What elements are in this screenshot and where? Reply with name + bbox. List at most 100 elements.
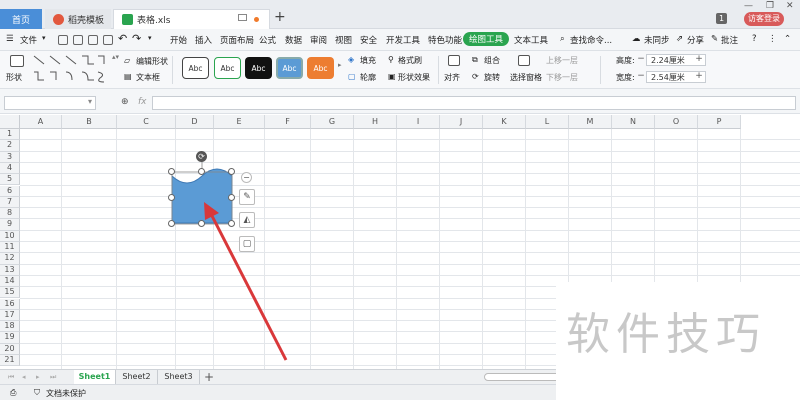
row-header-9[interactable]: 9: [0, 219, 20, 231]
text-box-button[interactable]: 文本框: [136, 72, 160, 83]
menu-view[interactable]: 视图: [335, 34, 352, 46]
height-decrease-button[interactable]: −: [636, 54, 646, 66]
row-header-16[interactable]: 16: [0, 298, 20, 310]
fx-label[interactable]: fx: [138, 97, 147, 107]
resize-handle-n[interactable]: [198, 168, 205, 175]
menu-developer[interactable]: 开发工具: [386, 34, 420, 46]
monitor-icon[interactable]: [238, 14, 247, 21]
window-count-badge[interactable]: 1: [716, 13, 727, 24]
last-sheet-icon[interactable]: ⏭: [50, 373, 56, 382]
shape-fill-bucket-icon[interactable]: ◭: [239, 212, 255, 228]
menu-features[interactable]: 特色功能: [428, 34, 462, 46]
style-sample-white[interactable]: Abc: [182, 57, 209, 79]
column-header-h[interactable]: H: [354, 115, 397, 129]
row-header-11[interactable]: 11: [0, 242, 20, 254]
column-header-g[interactable]: G: [311, 115, 354, 129]
width-decrease-button[interactable]: −: [636, 71, 646, 83]
style-sample-green[interactable]: Abc: [214, 57, 241, 79]
undo-icon[interactable]: ↶: [118, 32, 127, 45]
resize-handle-ne[interactable]: [228, 168, 235, 175]
style-sample-black[interactable]: Abc: [245, 57, 272, 79]
column-header-j[interactable]: J: [440, 115, 483, 129]
width-increase-button[interactable]: +: [694, 71, 704, 83]
sheet-tab-3[interactable]: Sheet3: [158, 370, 200, 384]
share-button[interactable]: 分享: [687, 34, 704, 46]
formula-input[interactable]: [152, 96, 796, 110]
hamburger-icon[interactable]: ☰: [6, 34, 14, 44]
row-header-14[interactable]: 14: [0, 275, 20, 288]
row-header-3[interactable]: 3: [0, 151, 20, 163]
column-header-c[interactable]: C: [117, 115, 176, 129]
resize-handle-se[interactable]: [228, 220, 235, 227]
sheet-tab-1[interactable]: Sheet1: [74, 370, 116, 384]
save-icon[interactable]: [58, 35, 68, 45]
row-header-5[interactable]: 5: [0, 174, 20, 186]
resize-handle-s[interactable]: [198, 220, 205, 227]
bring-forward-button[interactable]: 上移一层: [546, 55, 578, 66]
group-button[interactable]: 组合: [484, 55, 500, 66]
column-header-b[interactable]: B: [62, 115, 117, 129]
shape-outline-icon[interactable]: ▢: [239, 236, 255, 252]
column-header-k[interactable]: K: [483, 115, 526, 129]
rotate-handle-icon[interactable]: ⟳: [196, 151, 207, 162]
more-icon[interactable]: ⋮: [768, 34, 777, 44]
row-header-17[interactable]: 17: [0, 309, 20, 322]
send-backward-button[interactable]: 下移一层: [546, 72, 578, 83]
fill-button[interactable]: 填充: [360, 55, 376, 66]
gallery-scroll-icon[interactable]: ▴▾: [112, 53, 119, 61]
resize-handle-w[interactable]: [168, 194, 175, 201]
row-header-20[interactable]: 20: [0, 343, 20, 355]
selection-pane-button[interactable]: 选择窗格: [510, 72, 542, 83]
row-header-2[interactable]: 2: [0, 140, 20, 152]
print-preview-icon[interactable]: [103, 35, 113, 45]
align-button[interactable]: 对齐: [444, 72, 460, 83]
column-header-d[interactable]: D: [176, 115, 214, 129]
column-header-i[interactable]: I: [397, 115, 440, 129]
rotate-button[interactable]: 旋转: [484, 72, 500, 83]
row-header-19[interactable]: 19: [0, 332, 20, 344]
minimize-button[interactable]: —: [744, 1, 753, 11]
shape-icon[interactable]: [10, 55, 24, 67]
row-header-13[interactable]: 13: [0, 264, 20, 276]
sheet-tab-2[interactable]: Sheet2: [116, 370, 158, 384]
column-header-l[interactable]: L: [526, 115, 569, 129]
menu-drawing-tools[interactable]: 绘图工具: [463, 32, 510, 46]
export-icon[interactable]: [73, 35, 83, 45]
name-box[interactable]: [4, 96, 96, 110]
print-status-icon[interactable]: ⎙: [10, 388, 16, 398]
column-header-p[interactable]: P: [698, 115, 741, 129]
column-header-n[interactable]: N: [612, 115, 655, 129]
column-header-o[interactable]: O: [655, 115, 698, 129]
next-sheet-icon[interactable]: ▸: [36, 373, 40, 381]
row-header-12[interactable]: 12: [0, 253, 20, 265]
height-increase-button[interactable]: +: [694, 54, 704, 66]
styles-more-icon[interactable]: ▸: [338, 61, 342, 69]
resize-handle-sw[interactable]: [168, 220, 175, 227]
resize-handle-e[interactable]: [228, 194, 235, 201]
line-shapes-gallery[interactable]: [32, 54, 110, 86]
column-header-e[interactable]: E: [214, 115, 265, 129]
row-header-4[interactable]: 4: [0, 162, 20, 175]
tab-workbook[interactable]: 表格.xls: [113, 9, 270, 29]
edit-shape-button[interactable]: 编辑形状: [136, 56, 168, 67]
column-header-a[interactable]: A: [20, 115, 62, 129]
row-header-6[interactable]: 6: [0, 185, 20, 197]
shape-label[interactable]: 形状: [6, 72, 22, 83]
menu-insert[interactable]: 插入: [195, 34, 212, 46]
row-header-1[interactable]: 1: [0, 129, 20, 141]
resize-handle-nw[interactable]: [168, 168, 175, 175]
row-header-7[interactable]: 7: [0, 196, 20, 209]
shape-effect-button[interactable]: 形状效果: [398, 72, 430, 83]
sync-button[interactable]: 未同步: [644, 34, 670, 46]
close-button[interactable]: ✕: [786, 1, 794, 11]
command-search[interactable]: 查找命令...: [570, 34, 612, 46]
chevron-down-icon[interactable]: ▾: [42, 34, 46, 42]
column-header-m[interactable]: M: [569, 115, 612, 129]
qa-chevron-icon[interactable]: ▾: [148, 34, 152, 42]
row-header-21[interactable]: 21: [0, 355, 20, 367]
menu-start[interactable]: 开始: [170, 34, 187, 46]
tab-template[interactable]: 稻壳模板: [45, 9, 111, 29]
add-sheet-button[interactable]: +: [204, 370, 214, 384]
menu-file[interactable]: 文件: [20, 34, 37, 46]
style-sample-orange[interactable]: Abc: [307, 57, 334, 79]
